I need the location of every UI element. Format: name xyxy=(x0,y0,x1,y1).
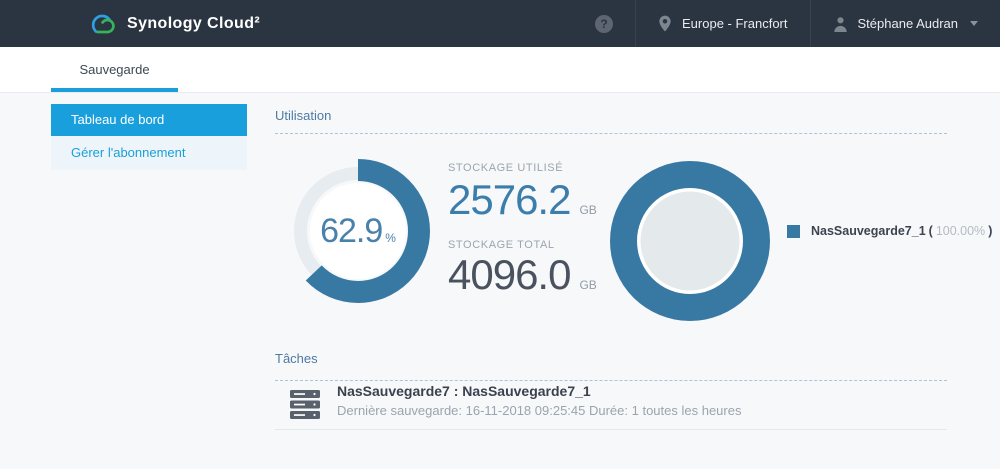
location-pin-icon xyxy=(658,15,672,32)
section-title-taches: Tâches xyxy=(275,351,318,366)
top-header: Synology Cloud² ? Europe - Francfort Sté… xyxy=(0,0,1000,47)
app-window: Synology Cloud² ? Europe - Francfort Sté… xyxy=(0,0,1000,469)
active-tab-underline xyxy=(51,88,178,92)
task-subtitle: Dernière sauvegarde: 16-11-2018 09:25:45… xyxy=(337,403,741,418)
help-button[interactable]: ? xyxy=(573,0,635,47)
region-selector[interactable]: Europe - Francfort xyxy=(636,0,810,47)
used-storage-value: 2576.2 GB xyxy=(448,176,597,224)
legend-paren-open: ( xyxy=(929,224,933,238)
section-divider xyxy=(275,133,947,134)
user-menu[interactable]: Stéphane Audran xyxy=(811,0,1000,47)
chevron-down-icon xyxy=(970,21,978,26)
content-area: Tableau de bord Gérer l'abonnement Utili… xyxy=(0,93,1000,469)
tab-bar: Sauvegarde xyxy=(0,47,1000,93)
task-divider xyxy=(275,429,947,430)
main-panel: Utilisation 62.9 % STOCKAGE UTILISÉ 2576… xyxy=(275,93,947,469)
legend-percent: 100.00% xyxy=(936,224,985,238)
total-storage-unit: GB xyxy=(579,278,596,292)
task-text: NasSauvegarde7 : NasSauvegarde7_1 Derniè… xyxy=(337,383,741,418)
brand-title: Synology Cloud² xyxy=(127,15,260,33)
region-label: Europe - Francfort xyxy=(682,16,788,31)
help-icon: ? xyxy=(595,15,613,33)
total-storage-number: 4096.0 xyxy=(448,251,570,299)
synology-cloud-logo-icon xyxy=(85,10,119,38)
nas-server-icon xyxy=(290,390,320,419)
sidebar: Tableau de bord Gérer l'abonnement xyxy=(51,104,247,170)
section-divider xyxy=(275,380,947,381)
task-title: NasSauvegarde7 : NasSauvegarde7_1 xyxy=(337,383,741,399)
used-storage-number: 2576.2 xyxy=(448,176,570,224)
legend-swatch xyxy=(787,225,800,238)
usage-percent-value: 62.9 xyxy=(320,212,382,251)
sidebar-item-tableau-de-bord[interactable]: Tableau de bord xyxy=(51,104,247,136)
sidebar-item-gerer-abonnement[interactable]: Gérer l'abonnement xyxy=(51,136,247,170)
user-icon xyxy=(833,16,848,32)
user-name: Stéphane Audran xyxy=(858,16,958,31)
task-row[interactable]: NasSauvegarde7 : NasSauvegarde7_1 Derniè… xyxy=(275,383,947,427)
used-storage-label: STOCKAGE UTILISÉ xyxy=(448,162,563,174)
legend-series-name: NasSauvegarde7_1 xyxy=(811,224,926,238)
header-right: ? Europe - Francfort Stéphane Audran xyxy=(573,0,1000,47)
chart-legend: NasSauvegarde7_1 ( 100.00% ) xyxy=(787,224,995,238)
tab-sauvegarde[interactable]: Sauvegarde xyxy=(51,47,178,93)
total-storage-label: STOCKAGE TOTAL xyxy=(448,239,555,251)
section-title-utilisation: Utilisation xyxy=(275,108,331,123)
used-storage-unit: GB xyxy=(579,203,596,217)
usage-percent-label: 62.9 % xyxy=(283,156,433,306)
usage-percent-unit: % xyxy=(385,231,396,245)
total-storage-value: 4096.0 GB xyxy=(448,251,597,299)
distribution-donut-chart xyxy=(608,159,772,323)
legend-paren-close: ) xyxy=(988,224,992,238)
brand: Synology Cloud² xyxy=(85,10,260,38)
